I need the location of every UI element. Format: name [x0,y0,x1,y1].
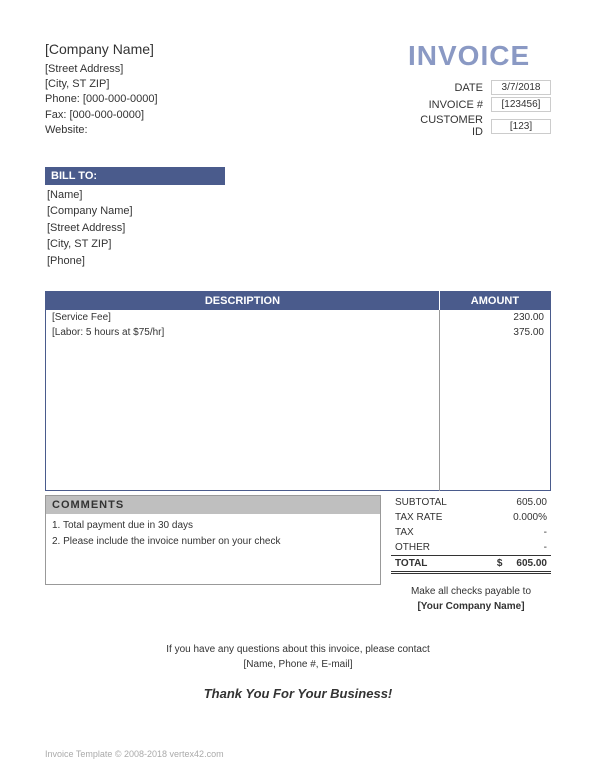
comments-box: COMMENTS 1. Total payment due in 30 days… [45,495,381,585]
invoice-meta-block: DATE 3/7/2018 INVOICE # [123456] CUSTOME… [408,80,551,138]
date-value: 3/7/2018 [491,80,551,95]
bill-to-name: [Name] [47,187,551,204]
table-row: [Labor: 5 hours at $75/hr] 375.00 [46,325,551,340]
total-label: TOTAL [395,558,427,569]
footer-copyright: Invoice Template © 2008-2018 vertex42.co… [45,749,224,759]
comments-header: COMMENTS [46,496,380,514]
other-row: OTHER - [391,540,551,555]
bill-to-street: [Street Address] [47,220,551,237]
subtotal-value: 605.00 [487,497,547,508]
comment-line: 1. Total payment due in 30 days [52,518,374,534]
meta-row-invoice-num: INVOICE # [123456] [408,97,551,112]
other-value: - [487,542,547,553]
bill-to-section: BILL TO: [Name] [Company Name] [Street A… [45,167,551,270]
lower-section: COMMENTS 1. Total payment due in 30 days… [45,495,551,612]
company-fax: Fax: [000-000-0000] [45,108,158,123]
payable-line1: Make all checks payable to [391,586,551,597]
payable-line2: [Your Company Name] [391,601,551,612]
total-value: 605.00 [516,558,547,569]
comment-line: 2. Please include the invoice number on … [52,534,374,550]
bill-to-company: [Company Name] [47,203,551,220]
tax-row: TAX - [391,525,551,540]
company-city: [City, ST ZIP] [45,77,158,92]
invoice-num-label: INVOICE # [408,99,483,111]
desc-header: DESCRIPTION [46,292,440,311]
comments-body: 1. Total payment due in 30 days 2. Pleas… [46,514,380,584]
company-info-block: [Company Name] [Street Address] [City, S… [45,40,158,139]
meta-row-date: DATE 3/7/2018 [408,80,551,95]
invoice-num-value: [123456] [491,97,551,112]
invoice-header-right: INVOICE DATE 3/7/2018 INVOICE # [123456]… [408,40,551,138]
payable-block: Make all checks payable to [Your Company… [391,586,551,612]
subtotal-row: SUBTOTAL 605.00 [391,495,551,510]
line-items-table: DESCRIPTION AMOUNT [Service Fee] 230.00 … [45,291,551,491]
invoice-title: INVOICE [408,40,551,72]
thank-you-message: Thank You For Your Business! [45,686,551,701]
company-name: [Company Name] [45,40,158,60]
customer-id-label: CUSTOMER ID [408,114,483,138]
row-amount: 230.00 [439,310,550,325]
total-currency: $ [497,558,503,569]
taxrate-label: TAX RATE [395,512,442,523]
tax-value: - [487,527,547,538]
bill-to-phone: [Phone] [47,253,551,270]
row-desc: [Labor: 5 hours at $75/hr] [46,325,440,340]
comments-column: COMMENTS 1. Total payment due in 30 days… [45,495,381,612]
row-amount: 375.00 [439,325,550,340]
table-header-row: DESCRIPTION AMOUNT [46,292,551,311]
table-row: [Service Fee] 230.00 [46,310,551,325]
meta-row-customer-id: CUSTOMER ID [123] [408,114,551,138]
contact-note: If you have any questions about this inv… [45,642,551,672]
contact-line1: If you have any questions about this inv… [45,642,551,657]
totals-box: SUBTOTAL 605.00 TAX RATE 0.000% TAX - OT… [391,495,551,612]
date-label: DATE [408,82,483,94]
taxrate-row: TAX RATE 0.000% [391,510,551,525]
total-row: TOTAL $ 605.00 [391,555,551,574]
bill-to-body: [Name] [Company Name] [Street Address] [… [45,187,551,270]
header-row: [Company Name] [Street Address] [City, S… [45,40,551,139]
company-phone: Phone: [000-000-0000] [45,92,158,107]
company-website: Website: [45,123,158,138]
tax-label: TAX [395,527,414,538]
other-label: OTHER [395,542,430,553]
customer-id-value: [123] [491,119,551,134]
company-street: [Street Address] [45,62,158,77]
taxrate-value: 0.000% [487,512,547,523]
table-spacer [46,340,551,490]
bill-to-header: BILL TO: [45,167,225,185]
amount-header: AMOUNT [439,292,550,311]
subtotal-label: SUBTOTAL [395,497,447,508]
row-desc: [Service Fee] [46,310,440,325]
bill-to-city: [City, ST ZIP] [47,236,551,253]
contact-line2: [Name, Phone #, E-mail] [45,657,551,672]
